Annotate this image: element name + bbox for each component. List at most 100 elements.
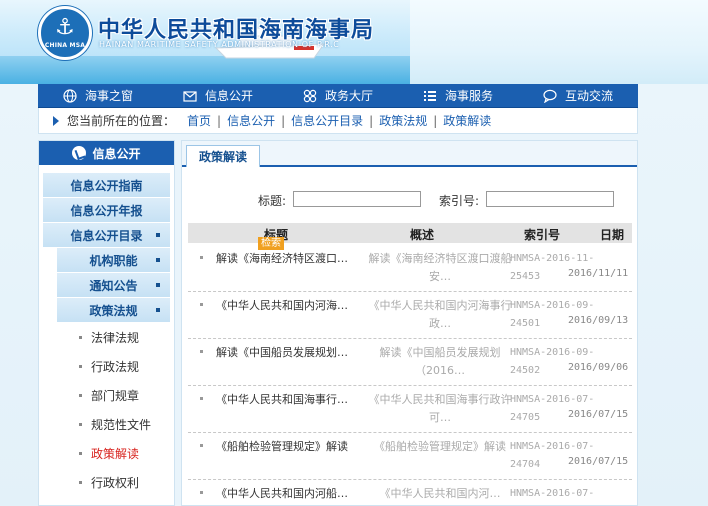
envelope-icon — [183, 90, 197, 102]
grid-icon — [303, 89, 317, 102]
sidebar: 信息公开 信息公开指南 信息公开年报 信息公开目录 机构职能 通知公告 政策法规… — [38, 140, 175, 506]
anchor-icon: ⚓ — [55, 15, 75, 40]
table-row[interactable]: 《船舶检验管理规定》解读 《船舶检验管理规定》解读 HNMSA-2016-07-… — [188, 433, 632, 480]
breadcrumb-catalog[interactable]: 信息公开目录 — [291, 112, 363, 129]
row-index-code: HNMSA-2016-09- — [510, 300, 595, 311]
expand-dot-icon — [156, 283, 160, 287]
table-header: 标题 概述 索引号 日期 — [188, 223, 632, 243]
msa-logo[interactable]: ⚓ CHINA MSA — [38, 6, 92, 60]
bullet-icon — [200, 397, 203, 400]
bullet-icon — [200, 491, 203, 494]
banner-sky — [410, 0, 708, 84]
list-icon — [423, 90, 436, 101]
sidebar-item-label: 机构职能 — [89, 253, 138, 268]
column-header-summary: 概述 — [410, 228, 435, 242]
table-row[interactable]: 解读《海南经济特区渡口… 解读《海南经济特区渡口渡船安… HNMSA-2016-… — [188, 245, 632, 292]
nav-label: 政务大厅 — [324, 89, 373, 103]
breadcrumb-separator: | — [217, 113, 222, 128]
page-edge-left — [0, 84, 38, 506]
nav-item-services-hall[interactable]: 政务大厅 — [278, 84, 398, 107]
page-edge-right — [638, 84, 708, 506]
row-index-code: HNMSA-2016-07- — [510, 394, 595, 405]
panel-tabbar: 政策解读 — [182, 141, 637, 167]
breadcrumb-home[interactable]: 首页 — [187, 112, 211, 129]
nav-item-maritime-services[interactable]: 海事服务 — [398, 84, 518, 107]
nav-label: 信息公开 — [204, 89, 253, 103]
tab-policy-interpretation[interactable]: 政策解读 — [186, 145, 261, 167]
index-search-label: 索引号: — [439, 194, 480, 208]
sidebar-item-guide[interactable]: 信息公开指南 — [43, 173, 170, 197]
row-date: 2016/07/15 — [568, 409, 629, 420]
table-row[interactable]: 《中华人民共和国海事行… 《中华人民共和国海事行政许可… HNMSA-2016-… — [188, 386, 632, 433]
row-title[interactable]: 解读《海南经济特区渡口… — [216, 250, 361, 266]
row-index-code: HNMSA-2016-09- — [510, 347, 595, 358]
row-title[interactable]: 《中华人民共和国海事行… — [216, 391, 361, 407]
row-summary: 解读《中国船员发展规划（2016… — [379, 346, 501, 377]
bullet-icon — [200, 350, 203, 353]
row-summary: 《中华人民共和国海事行政许可… — [368, 393, 512, 424]
row-summary: 《船舶检验管理规定》解读 — [374, 440, 506, 453]
column-header-date: 日期 — [600, 228, 625, 242]
breadcrumb-separator: | — [433, 113, 438, 128]
row-index-code: HNMSA-2016-07- — [510, 488, 595, 499]
sidebar-title-label: 信息公开 — [92, 146, 141, 161]
row-summary: 《中华人民共和国内河海事行政… — [368, 299, 512, 330]
sidebar-item-label: 信息公开年报 — [70, 203, 143, 218]
sidebar-item-functions[interactable]: 机构职能 — [57, 248, 170, 272]
sidebar-leaf-normative-docs[interactable]: 规范性文件 — [39, 410, 174, 439]
nav-label: 海事之窗 — [84, 89, 133, 103]
triangle-right-icon — [53, 115, 59, 126]
document-list: 解读《海南经济特区渡口… 解读《海南经济特区渡口渡船安… HNMSA-2016-… — [188, 245, 632, 506]
row-date: 2016/09/13 — [568, 315, 629, 326]
sidebar-leaf-laws[interactable]: 法律法规 — [39, 323, 174, 352]
row-summary: 《中华人民共和国内河… — [379, 487, 501, 500]
row-summary: 解读《海南经济特区渡口渡船安… — [368, 252, 512, 283]
sidebar-item-label: 信息公开指南 — [70, 178, 143, 193]
row-index-code: HNMSA-2016-07- — [510, 441, 595, 452]
breadcrumb-lead: 您当前所在的位置： — [67, 114, 176, 128]
title-search-input[interactable] — [293, 191, 421, 207]
nav-item-interaction[interactable]: 互动交流 — [518, 84, 638, 107]
sidebar-item-catalog[interactable]: 信息公开目录 — [43, 223, 170, 247]
sidebar-item-annual-report[interactable]: 信息公开年报 — [43, 198, 170, 222]
row-title[interactable]: 《船舶检验管理规定》解读 — [216, 438, 361, 454]
sidebar-leaf-policy-interpretation[interactable]: 政策解读 — [39, 439, 174, 468]
table-row[interactable]: 解读《中国船员发展规划… 解读《中国船员发展规划（2016… HNMSA-201… — [188, 339, 632, 386]
breadcrumb-policy-interpretation[interactable]: 政策解读 — [443, 112, 491, 129]
row-title[interactable]: 解读《中国船员发展规划… — [216, 344, 361, 360]
search-form: 标题: 索引号: — [182, 189, 639, 211]
site-subtitle: HAINAN MARITIME SAFETY ADMINISTRATION OF… — [99, 40, 340, 49]
breadcrumb-disclosure[interactable]: 信息公开 — [227, 112, 275, 129]
row-title[interactable]: 《中华人民共和国内河船… — [216, 485, 361, 501]
table-row[interactable]: 《中华人民共和国内河海… 《中华人民共和国内河海事行政… HNMSA-2016-… — [188, 292, 632, 339]
sidebar-item-notices[interactable]: 通知公告 — [57, 273, 170, 297]
expand-dot-icon — [156, 258, 160, 262]
sidebar-leaf-dept-rules[interactable]: 部门规章 — [39, 381, 174, 410]
table-row[interactable]: 《中华人民共和国内河船… 《中华人民共和国内河… HNMSA-2016-07- — [188, 480, 632, 506]
header-banner: ⚓ CHINA MSA 中华人民共和国海南海事局 HAINAN MARITIME… — [0, 0, 708, 84]
breadcrumb: 您当前所在的位置： 首页 | 信息公开 | 信息公开目录 | 政策法规 | 政策… — [38, 108, 638, 134]
nav-item-disclosure[interactable]: 信息公开 — [158, 84, 278, 107]
sidebar-title: 信息公开 — [39, 141, 174, 165]
nav-item-window[interactable]: 海事之窗 — [38, 84, 158, 107]
column-header-index: 索引号 — [524, 228, 561, 242]
expand-dot-icon — [156, 233, 160, 237]
row-index: HNMSA-2016-07- — [510, 485, 596, 503]
nav-label: 海事服务 — [444, 89, 493, 103]
check-circle-icon — [72, 146, 87, 160]
nav-label: 互动交流 — [564, 89, 613, 103]
bullet-icon — [200, 303, 203, 306]
row-title[interactable]: 《中华人民共和国内河海… — [216, 297, 361, 313]
logo-text: CHINA MSA — [44, 42, 86, 49]
sidebar-leaf-admin-regulations[interactable]: 行政法规 — [39, 352, 174, 381]
content-panel: 政策解读 标题: 索引号: 标题 概述 索引号 日期 检索 解读《海南经济特区渡… — [181, 140, 638, 506]
row-index-code: HNMSA-2016-11- — [510, 253, 595, 264]
chat-icon — [543, 89, 557, 103]
index-search-input[interactable] — [486, 191, 614, 207]
breadcrumb-policy-law[interactable]: 政策法规 — [379, 112, 427, 129]
sidebar-leaf-admin-rights[interactable]: 行政权利 — [39, 468, 174, 497]
title-search-label: 标题: — [258, 194, 287, 208]
banner-sea — [0, 56, 410, 84]
sidebar-item-policy-law[interactable]: 政策法规 — [57, 298, 170, 322]
row-date: 2016/11/11 — [568, 268, 629, 279]
